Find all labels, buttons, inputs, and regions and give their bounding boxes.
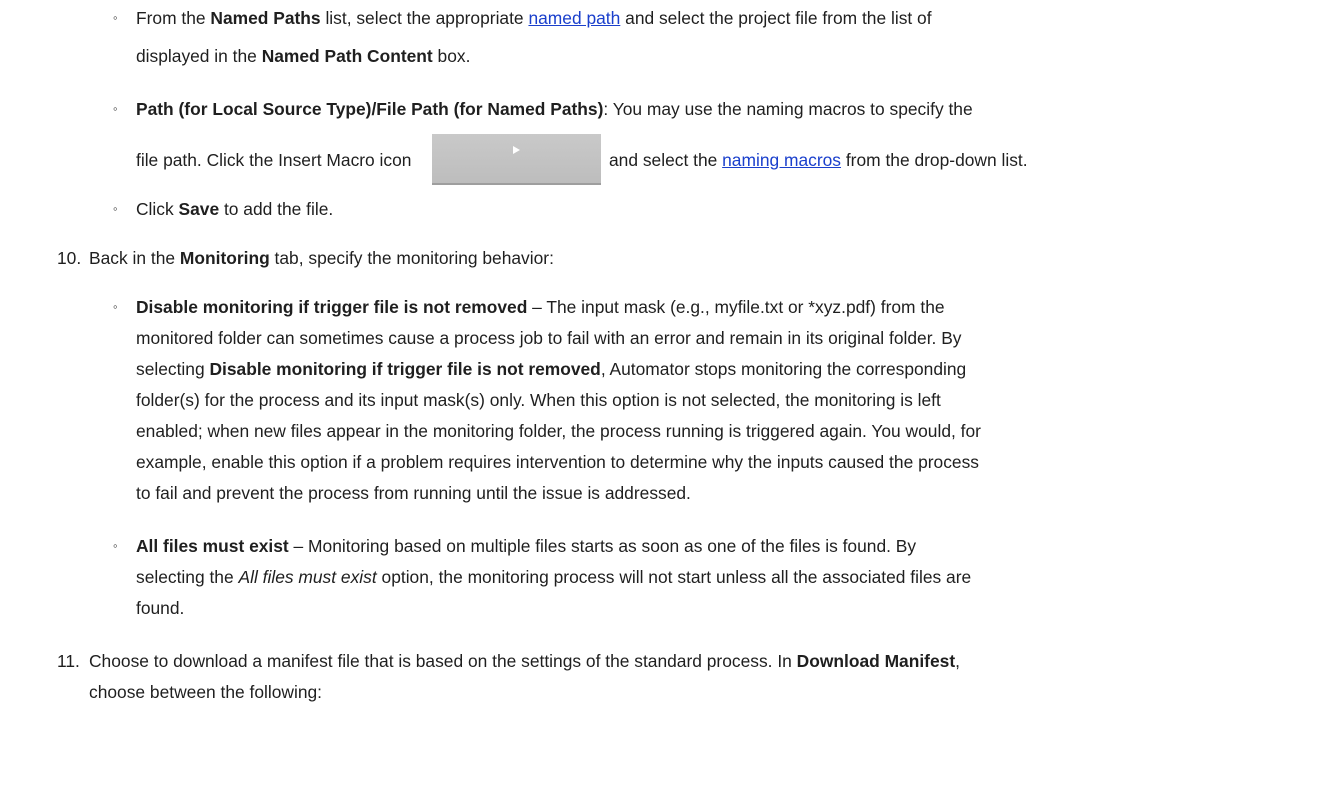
step-11-line-1: Choose to download a manifest file that … [89, 651, 960, 671]
step-10-text: Back in the Monitoring tab, specify the … [89, 248, 554, 268]
disable-item-line-4: folder(s) for the process and its input … [136, 390, 941, 410]
step-number-11: 11. [57, 651, 80, 671]
list-item-named-paths-line-2: displayed in the Named Path Content box. [136, 46, 471, 66]
allfiles-item-line-2: selecting the All files must exist optio… [136, 567, 972, 587]
list-item-path-line-1: Path (for Local Source Type)/File Path (… [136, 99, 973, 119]
document-body: ◦ From the Named Paths list, select the … [0, 0, 1317, 807]
list-bullet: ◦ [113, 10, 118, 25]
list-bullet: ◦ [113, 299, 118, 314]
list-bullet: ◦ [113, 538, 118, 553]
disable-item-line-1: Disable monitoring if trigger file is no… [136, 297, 945, 317]
allfiles-item-line-3: found. [136, 598, 185, 618]
list-item-save: Click Save to add the file. [136, 199, 334, 219]
disable-item-line-6: example, enable this option if a problem… [136, 452, 979, 472]
disable-item-line-5: enabled; when new files appear in the mo… [136, 421, 981, 441]
step-number-10: 10. [57, 248, 82, 268]
disable-item-line-2: monitored folder can sometimes cause a p… [136, 328, 962, 348]
disable-item-line-7: to fail and prevent the process from run… [136, 483, 691, 503]
list-item-named-paths-line-1: From the Named Paths list, select the ap… [136, 8, 932, 28]
list-item-path-line-2a: file path. Click the Insert Macro icon [136, 150, 412, 170]
list-item-path-line-2b: and select the naming macros from the dr… [609, 150, 1028, 170]
list-bullet: ◦ [113, 201, 118, 216]
step-11-line-2: choose between the following: [89, 682, 322, 702]
allfiles-item-line-1: All files must exist – Monitoring based … [136, 536, 917, 556]
play-triangle-icon [513, 146, 520, 154]
naming-macros-link[interactable]: naming macros [722, 150, 841, 170]
named-path-link[interactable]: named path [528, 8, 620, 28]
disable-item-line-3: selecting Disable monitoring if trigger … [136, 359, 967, 379]
list-bullet: ◦ [113, 101, 118, 116]
insert-macro-button[interactable] [432, 134, 601, 185]
